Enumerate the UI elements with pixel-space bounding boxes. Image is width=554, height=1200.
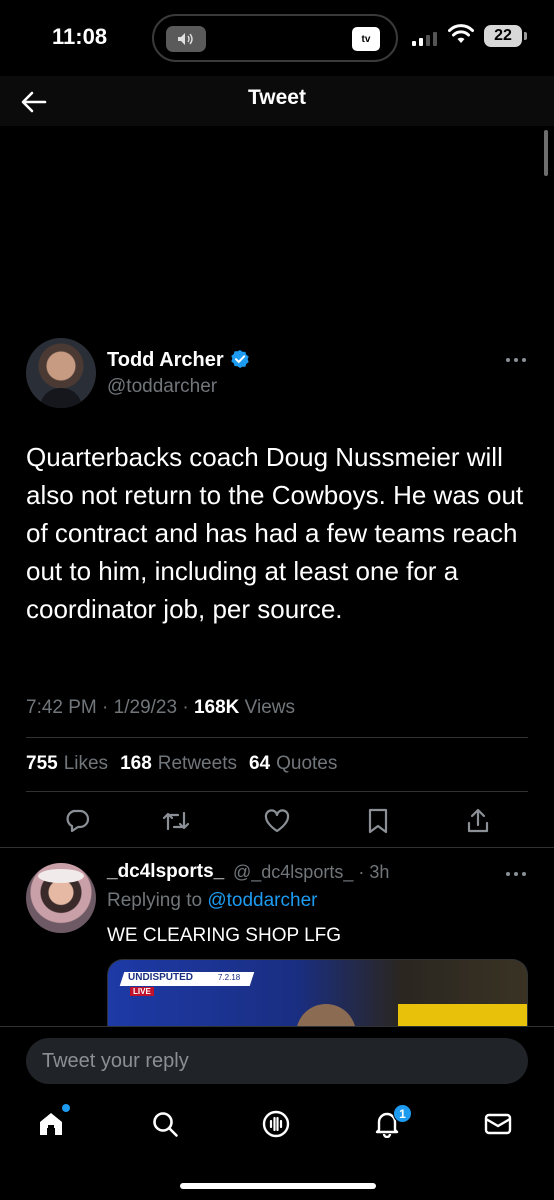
retweet-icon [162, 811, 190, 831]
quotes-stat[interactable]: 64 Quotes [249, 753, 337, 775]
tweet-date: 1/29/23 [113, 697, 178, 718]
views-count: 168K [193, 697, 240, 718]
mail-icon [484, 1113, 512, 1135]
bookmark-button[interactable] [363, 806, 393, 836]
reply-button[interactable] [62, 806, 92, 836]
author-avatar[interactable] [26, 338, 96, 408]
notifications-badge: 1 [393, 1104, 412, 1123]
status-bar: 11:08 tv 22 [0, 0, 554, 76]
retweets-stat[interactable]: 168 Retweets [120, 753, 237, 775]
reply-media-thumbnail[interactable]: UNDISPUTED 7.2.18 LIVE [107, 959, 528, 1029]
status-time: 11:08 [52, 24, 108, 49]
tab-spaces[interactable] [258, 1106, 294, 1142]
reply-age: 3h [369, 862, 390, 882]
tweet-meta: 7:42 PM · 1/29/23 · 168K Views [26, 697, 295, 718]
media-date: 7.2.18 [218, 973, 241, 982]
likes-label: Likes [63, 753, 109, 774]
likes-count: 755 [26, 753, 58, 774]
home-indicator[interactable] [180, 1183, 376, 1189]
dynamic-island[interactable]: tv [152, 14, 398, 62]
replying-to-handle[interactable]: @toddarcher [207, 890, 317, 911]
author-handle[interactable]: @toddarcher [107, 376, 217, 398]
quotes-label: Quotes [276, 753, 338, 774]
tweet-text: Quarterbacks coach Doug Nussmeier will a… [26, 442, 524, 624]
battery-indicator: 22 [484, 25, 527, 47]
reply-author-handle[interactable]: @_dc4lsports_ [233, 862, 353, 882]
retweets-count: 168 [120, 753, 152, 774]
home-icon [40, 1113, 62, 1135]
author-name[interactable]: Todd Archer [107, 349, 224, 372]
views-label: Views [244, 697, 295, 718]
share-button[interactable] [463, 806, 493, 836]
replying-to-prefix: Replying to [107, 890, 203, 911]
replying-to-line: Replying to @toddarcher [107, 890, 317, 912]
scrollbar[interactable] [544, 130, 548, 176]
more-options-button[interactable] [503, 350, 529, 370]
media-live-label: LIVE [130, 987, 154, 996]
cellular-signal-icon [412, 30, 437, 46]
likes-stat[interactable]: 755 Likes [26, 753, 108, 775]
tab-search[interactable] [147, 1106, 183, 1142]
reply-handle-line: @_dc4lsports_ · 3h [233, 862, 390, 882]
search-icon [153, 1112, 178, 1137]
reply-more-options-button[interactable] [503, 864, 529, 884]
now-playing-badge: tv [352, 27, 380, 51]
retweets-label: Retweets [157, 753, 237, 774]
top-nav-bar: Tweet [0, 76, 554, 126]
more-icon [506, 872, 526, 876]
tab-messages[interactable] [480, 1106, 516, 1142]
speech-bubble-icon [66, 809, 90, 833]
like-button[interactable] [262, 806, 292, 836]
divider [26, 737, 528, 738]
verified-badge-icon [230, 349, 250, 374]
bookmark-icon [368, 808, 388, 834]
wifi-icon [448, 24, 474, 49]
page-title: Tweet [248, 86, 306, 109]
reply-input[interactable] [26, 1038, 528, 1084]
divider [26, 791, 528, 792]
engagement-stats: 755 Likes 168 Retweets 64 Quotes [26, 753, 337, 775]
volume-icon [166, 26, 206, 52]
tweet-time: 7:42 PM [26, 697, 97, 718]
heart-icon [264, 809, 290, 833]
spaces-icon [262, 1110, 290, 1138]
media-badge-text: UNDISPUTED [128, 972, 194, 983]
home-unread-dot [62, 1104, 70, 1112]
reply-author-avatar[interactable] [26, 863, 96, 933]
reply-author-name[interactable]: _dc4lsports_ [107, 861, 224, 883]
reply-text: WE CLEARING SHOP LFG [107, 925, 342, 946]
quotes-count: 64 [248, 753, 271, 774]
share-icon [467, 808, 489, 833]
retweet-button[interactable] [161, 806, 191, 836]
divider [0, 847, 554, 848]
more-icon [506, 358, 526, 362]
